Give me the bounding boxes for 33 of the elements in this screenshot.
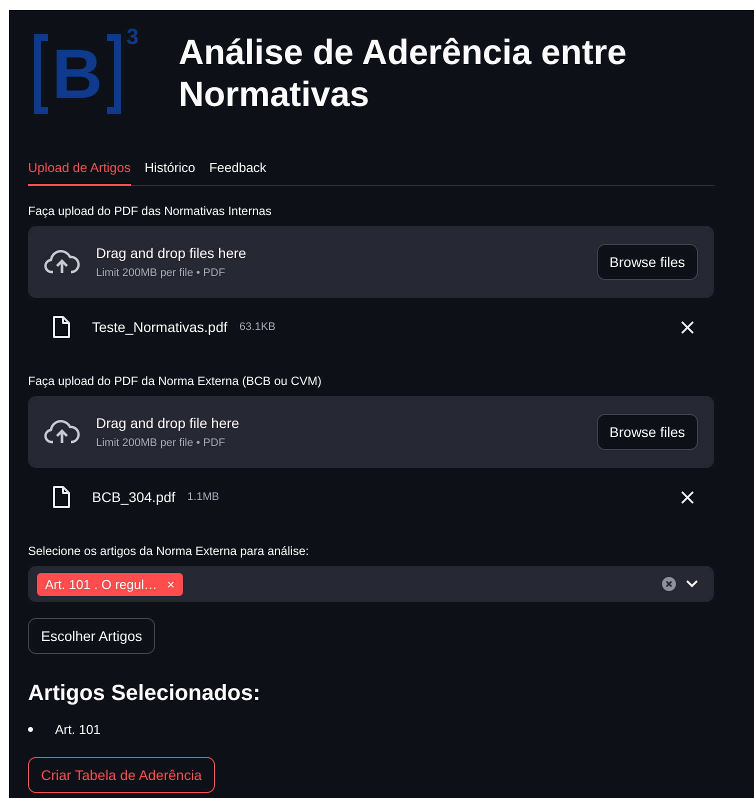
- tab[interactable]: Upload de Artigos: [28, 152, 131, 186]
- dropzone[interactable]: Drag and drop files here Limit 200MB per file • PDF Browse files: [28, 226, 714, 298]
- list-item: Art. 101: [55, 722, 101, 737]
- dropzone-limit: Limit 200MB per file • PDF: [96, 267, 226, 279]
- logo: B 3: [28, 20, 139, 114]
- file-size: 63.1KB: [239, 321, 276, 333]
- browse-button[interactable]: Browse files: [596, 244, 698, 280]
- chevron-down-icon[interactable]: [686, 580, 698, 588]
- cloud-upload-icon: [44, 249, 80, 275]
- dropzone-instruction: Drag and drop files here: [96, 245, 248, 261]
- field-label: Faça upload do PDF da Norma Externa (BCB ou CVM): [28, 374, 322, 388]
- file-icon: [52, 316, 70, 338]
- file-name: Teste_Normativas.pdf: [92, 319, 228, 335]
- close-icon[interactable]: [681, 490, 694, 504]
- cloud-upload-icon: [44, 419, 80, 445]
- create-table-button[interactable]: Criar Tabela de Aderência: [28, 757, 215, 793]
- file-icon: [52, 486, 70, 508]
- dropzone-limit: Limit 200MB per file • PDF: [96, 437, 226, 449]
- field-label: Selecione os artigos da Norma Externa para análise:: [28, 544, 310, 558]
- section-heading: Artigos Selecionados:: [28, 680, 262, 706]
- dropzone-instruction: Drag and drop file here: [96, 415, 240, 431]
- choose-button[interactable]: Escolher Artigos: [28, 618, 156, 654]
- tab[interactable]: Feedback: [209, 152, 266, 186]
- field-label: Faça upload do PDF das Normativas Internas: [28, 204, 272, 218]
- browse-button[interactable]: Browse files: [596, 414, 698, 450]
- page-title: Análise de Aderência entre Normativas: [178, 32, 628, 116]
- bullet-icon: [28, 727, 33, 732]
- tab[interactable]: Histórico: [144, 152, 196, 186]
- close-icon[interactable]: [681, 320, 694, 334]
- file-name: BCB_304.pdf: [92, 489, 176, 505]
- clear-icon[interactable]: [662, 577, 676, 591]
- file-size: 1.1MB: [187, 491, 220, 503]
- dropzone[interactable]: Drag and drop file here Limit 200MB per file • PDF Browse files: [28, 396, 714, 468]
